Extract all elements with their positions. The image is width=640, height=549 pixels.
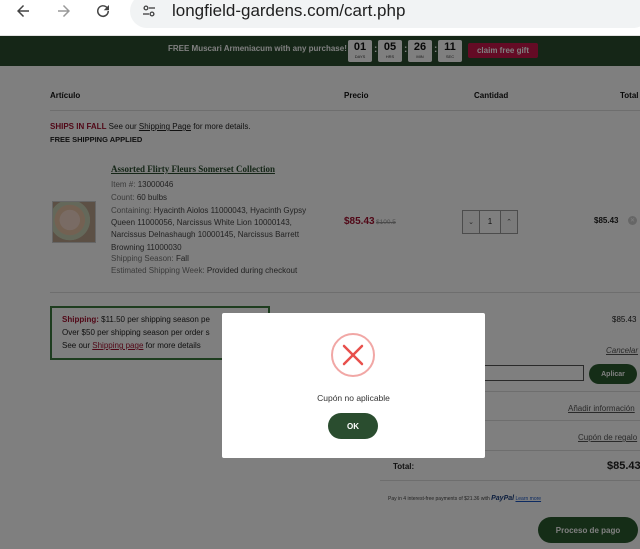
reload-button[interactable]: [92, 0, 114, 22]
arrow-right-icon: [58, 5, 70, 17]
forward-button[interactable]: [53, 0, 75, 22]
arrow-left-icon: [17, 5, 29, 17]
url-text[interactable]: longfield-gardens.com/cart.php: [172, 0, 405, 22]
reload-icon: [97, 5, 110, 18]
error-x-icon: [331, 333, 375, 377]
tune-icon: [143, 5, 155, 17]
modal-backdrop[interactable]: [0, 36, 640, 549]
dialog-message: Cupón no aplicable: [317, 393, 390, 403]
ok-button[interactable]: OK: [328, 413, 378, 439]
site-info-button[interactable]: [138, 0, 160, 22]
back-button[interactable]: [12, 0, 34, 22]
browser-toolbar: longfield-gardens.com/cart.php: [0, 0, 640, 36]
coupon-error-dialog: Cupón no aplicable OK: [222, 313, 485, 458]
